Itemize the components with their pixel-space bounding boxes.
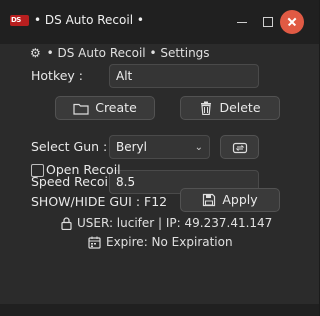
window-title: • DS Auto Recoil •: [34, 13, 144, 27]
maximize-button[interactable]: [256, 10, 280, 34]
expire-text: Expire: No Expiration: [106, 235, 233, 249]
delete-button[interactable]: Delete: [180, 96, 280, 120]
gun-select-value: Beryl: [116, 140, 147, 154]
select-gun-label: Select Gun :: [31, 139, 108, 154]
create-button[interactable]: Create: [55, 96, 155, 120]
expire-info: Expire: No Expiration: [88, 235, 233, 249]
settings-panel: ⚙ • DS Auto Recoil • Settings Hotkey : A…: [0, 44, 319, 304]
window-bottom-edge: [0, 304, 319, 316]
save-icon: [203, 193, 216, 207]
close-button[interactable]: [280, 10, 304, 34]
show-hide-hint: SHOW/HIDE GUI : F12: [31, 194, 168, 209]
app-logo-icon: DS: [10, 15, 29, 26]
delete-button-label: Delete: [219, 100, 261, 115]
hotkey-label: Hotkey :: [31, 68, 84, 83]
calendar-icon: [88, 236, 101, 249]
title-bar: DS • DS Auto Recoil •: [0, 0, 319, 44]
user-info-text: USER: lucifer | IP: 49.237.41.147: [77, 216, 273, 230]
create-button-label: Create: [95, 100, 137, 115]
gear-icon: ⚙: [30, 46, 41, 60]
reload-gun-button[interactable]: [220, 135, 259, 159]
lock-icon: [61, 217, 72, 231]
settings-heading-text: • DS Auto Recoil • Settings: [46, 46, 210, 60]
trash-icon: [201, 101, 212, 116]
open-recoil-checkbox[interactable]: [31, 164, 44, 177]
gun-select[interactable]: Beryl ⌄: [109, 135, 210, 159]
hotkey-input[interactable]: Alt: [109, 64, 259, 88]
minimize-button[interactable]: [230, 10, 254, 34]
folder-icon: [73, 103, 89, 115]
swap-icon: [232, 142, 247, 154]
apply-button[interactable]: Apply: [180, 188, 280, 212]
chevron-down-icon: ⌄: [194, 142, 203, 153]
app-logo-text: DS: [11, 16, 21, 24]
user-info: USER: lucifer | IP: 49.237.41.147: [61, 216, 273, 231]
apply-button-label: Apply: [222, 192, 258, 207]
open-recoil-label[interactable]: Open Recoil: [46, 162, 121, 177]
settings-heading: ⚙ • DS Auto Recoil • Settings: [30, 46, 210, 60]
